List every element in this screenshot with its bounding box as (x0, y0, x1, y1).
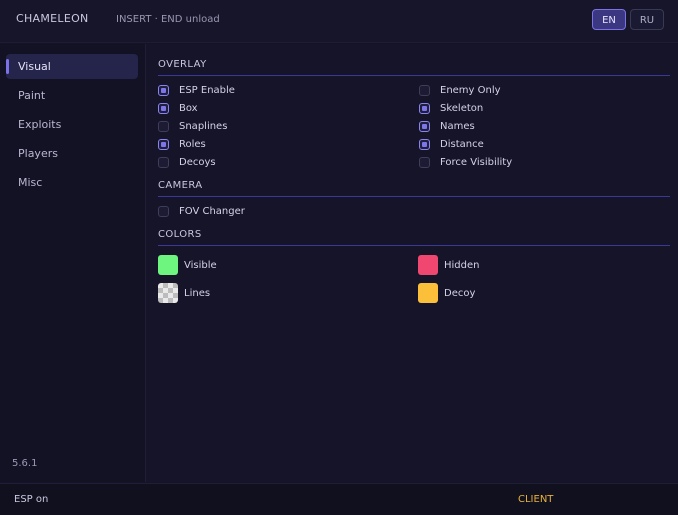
app-title: CHAMELEON (16, 12, 89, 25)
checkbox-label: FOV Changer (179, 205, 245, 217)
checkbox-decoys[interactable]: Decoys (158, 154, 216, 170)
color-picker-lines[interactable]: Lines (158, 283, 210, 303)
checkbox-roles[interactable]: Roles (158, 136, 206, 152)
color-label: Lines (184, 287, 211, 299)
color-label: Decoy (444, 287, 476, 299)
hotkeys-hint: INSERT · END unload (116, 14, 220, 25)
checkbox-label: Force Visibility (440, 156, 513, 168)
section-divider (158, 196, 670, 197)
checkbox-label: Decoys (179, 156, 216, 168)
checkbox-snaplines[interactable]: Snaplines (158, 118, 227, 134)
language-ru-button[interactable]: RU (630, 9, 664, 30)
client-badge: CLIENT (518, 494, 554, 505)
sidebar-item-exploits[interactable]: Exploits (6, 112, 138, 137)
checkbox-label: Names (440, 120, 475, 132)
version-label: 5.6.1 (12, 458, 38, 469)
checkbox-fov-changer[interactable]: FOV Changer (158, 203, 245, 219)
color-swatch[interactable] (418, 255, 438, 275)
language-en-button[interactable]: EN (592, 9, 626, 30)
status-bar: ESP on CLIENT (0, 483, 678, 515)
checkbox-label: Snaplines (179, 120, 228, 132)
checkbox-box[interactable] (158, 205, 169, 217)
sidebar-item-paint[interactable]: Paint (6, 83, 138, 108)
checkbox-box[interactable] (158, 138, 169, 150)
checkbox-box[interactable] (158, 84, 169, 96)
checkbox-names[interactable]: Names (419, 118, 475, 134)
checkbox-box[interactable] (158, 120, 169, 132)
sidebar-item-visual[interactable]: Visual (6, 54, 138, 79)
checkbox-box[interactable] (419, 120, 430, 132)
checkbox-label: Distance (440, 138, 484, 150)
color-label: Visible (184, 259, 217, 271)
checkbox-enemy-only[interactable]: Enemy Only (419, 82, 501, 98)
color-swatch[interactable] (158, 283, 178, 303)
section-title-camera: CAMERA (158, 180, 203, 191)
checkbox-box[interactable] (158, 102, 169, 114)
color-picker-visible[interactable]: Visible (158, 255, 217, 275)
color-swatch[interactable] (158, 255, 178, 275)
content-panel: OVERLAY ESP Enable Box Snaplines Roles D… (146, 44, 678, 482)
checkbox-box[interactable] (419, 156, 430, 168)
checkbox-label: Enemy Only (440, 84, 501, 96)
esp-status-text: ESP on (14, 494, 49, 505)
color-label: Hidden (444, 259, 480, 271)
checkbox-skeleton[interactable]: Skeleton (419, 100, 483, 116)
checkbox-distance[interactable]: Distance (419, 136, 484, 152)
sidebar-item-players[interactable]: Players (6, 141, 138, 166)
checkbox-esp-enable[interactable]: ESP Enable (158, 82, 235, 98)
checkbox-box-esp[interactable]: Box (158, 100, 198, 116)
section-divider (158, 245, 670, 246)
sidebar: Visual Paint Exploits Players Misc 5.6.1 (0, 44, 146, 482)
checkbox-box[interactable] (419, 138, 430, 150)
header: CHAMELEON INSERT · END unload EN RU (0, 0, 678, 43)
app-window: CHAMELEON INSERT · END unload EN RU Visu… (0, 0, 678, 515)
sidebar-item-misc[interactable]: Misc (6, 170, 138, 195)
color-picker-decoy[interactable]: Decoy (418, 283, 475, 303)
color-swatch[interactable] (418, 283, 438, 303)
checkbox-label: ESP Enable (179, 84, 235, 96)
checkbox-label: Box (179, 102, 198, 114)
checkbox-label: Skeleton (440, 102, 484, 114)
checkbox-box[interactable] (419, 84, 430, 96)
checkbox-box[interactable] (158, 156, 169, 168)
section-divider (158, 75, 670, 76)
checkbox-box[interactable] (419, 102, 430, 114)
color-picker-hidden[interactable]: Hidden (418, 255, 479, 275)
section-title-colors: COLORS (158, 229, 202, 240)
checkbox-force-visibility[interactable]: Force Visibility (419, 154, 512, 170)
checkbox-label: Roles (179, 138, 206, 150)
section-title-overlay: OVERLAY (158, 59, 207, 70)
